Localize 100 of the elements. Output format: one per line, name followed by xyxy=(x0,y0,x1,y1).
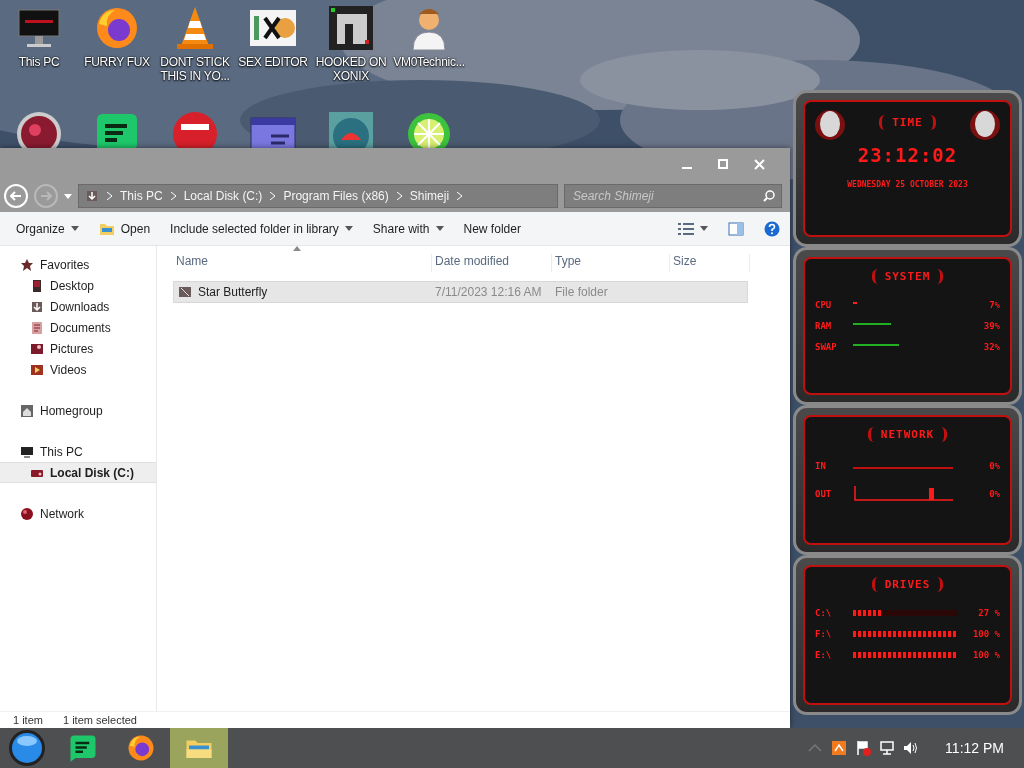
close-icon xyxy=(753,158,765,170)
sidebar-item[interactable]: Downloads xyxy=(0,296,156,317)
breadcrumb[interactable]: This PC xyxy=(120,189,163,203)
flag-icon xyxy=(855,740,872,756)
search-input[interactable]: Search Shimeji xyxy=(571,188,763,204)
desktop-shortcut[interactable]: DONT STICK THIS IN YO... xyxy=(156,4,234,83)
breadcrumb[interactable]: Shimeji xyxy=(409,189,450,203)
open-button[interactable]: Open xyxy=(98,221,151,236)
arrow-right-icon xyxy=(40,191,52,201)
sidebar-item[interactable]: This PC xyxy=(0,441,156,462)
breadcrumb[interactable]: Program Files (x86) xyxy=(283,189,389,203)
chevron-right-icon xyxy=(170,192,176,200)
tray-button[interactable] xyxy=(831,740,848,756)
usage-mark xyxy=(853,301,857,304)
column-header[interactable]: Name xyxy=(173,254,432,272)
sidebar-item[interactable]: Network xyxy=(0,503,156,524)
list-view-icon xyxy=(678,222,694,235)
view-options-button[interactable] xyxy=(678,222,708,235)
sidebar-item[interactable]: Homegroup xyxy=(0,400,156,421)
usage-mark xyxy=(853,343,899,346)
tray-button[interactable] xyxy=(855,740,872,756)
new-folder-button[interactable]: New folder xyxy=(463,221,521,236)
panel-title: DRIVES xyxy=(871,577,944,592)
search-field[interactable]: Search Shimeji xyxy=(564,184,782,208)
sidebar-item[interactable]: Desktop xyxy=(0,275,156,296)
help-button[interactable] xyxy=(764,220,780,237)
maximize-icon xyxy=(718,159,728,169)
chevron-right-icon xyxy=(107,192,112,200)
sidebar-item[interactable]: Videos xyxy=(0,359,156,380)
toolbar-menu-button[interactable]: Share with xyxy=(372,221,444,236)
column-header[interactable]: Size xyxy=(670,254,750,272)
meter-label: OUT xyxy=(815,489,833,499)
file-row[interactable]: Star Butterfly 7/11/2023 12:16 AM File folder xyxy=(173,281,748,303)
emblem-icon xyxy=(815,108,845,142)
meter-label: RAM xyxy=(815,320,833,331)
chevron-right-icon xyxy=(270,192,276,200)
meter-label: F:\ xyxy=(815,628,833,639)
desktop-shortcut[interactable]: VM0Technic... xyxy=(390,4,468,83)
panel-title: SYSTEM xyxy=(871,269,944,284)
meter-label: SWAP xyxy=(815,341,838,352)
date-modified: 7/11/2023 12:16 AM xyxy=(435,285,542,299)
caret-icon xyxy=(700,226,708,231)
videos-icon xyxy=(30,362,44,377)
meter-label: C:\ xyxy=(815,607,833,618)
sidebar-item[interactable]: Favorites xyxy=(0,254,156,275)
pane-icon xyxy=(728,221,744,236)
minimize-icon xyxy=(682,167,692,169)
sidebar-item[interactable]: Documents xyxy=(0,317,156,338)
status-text: 1 item selected xyxy=(62,714,137,726)
desktop-icon xyxy=(30,278,44,293)
network-icon xyxy=(20,506,34,521)
file-type: File folder xyxy=(555,285,608,299)
clock-date: WEDNESDAY 25 OCTOBER 2023 xyxy=(846,180,969,189)
meter-reading: 0% xyxy=(988,489,1000,499)
tray-button[interactable] xyxy=(879,740,896,756)
meter-reading: 27 % xyxy=(977,607,1000,618)
sidebar-item[interactable]: Pictures xyxy=(0,338,156,359)
meter-reading: 7% xyxy=(988,299,1000,310)
back-button[interactable] xyxy=(4,184,28,208)
status-text: 1 item xyxy=(13,714,43,726)
speaker-icon xyxy=(903,740,920,756)
column-header[interactable]: Date modified xyxy=(432,254,552,272)
desktop-shortcut[interactable]: This PC xyxy=(0,4,78,83)
file-name: Star Butterfly xyxy=(198,285,268,299)
emblem-icon xyxy=(970,108,1000,142)
maze-icon xyxy=(327,4,375,52)
meter-reading: 32% xyxy=(982,341,1000,352)
update-icon xyxy=(831,740,848,756)
search-icon xyxy=(763,190,775,202)
orb-icon xyxy=(8,729,46,767)
preview-pane-button[interactable] xyxy=(728,221,744,236)
documents-icon xyxy=(30,320,44,335)
folder-icon xyxy=(98,221,115,236)
meter-reading: 100 % xyxy=(971,649,1000,660)
panel-title: TIME xyxy=(879,114,936,130)
meter-label: IN xyxy=(815,461,827,471)
usage-mark xyxy=(853,322,891,325)
column-header[interactable]: Type xyxy=(552,254,670,272)
chevron-right-icon xyxy=(396,192,402,200)
desktop-shortcut[interactable]: SEX EDITOR xyxy=(234,4,312,83)
sidebar-item[interactable]: Local Disk (C:) xyxy=(0,462,156,483)
meter-reading: 0% xyxy=(988,461,1000,471)
caret-icon[interactable] xyxy=(64,193,72,199)
star-icon xyxy=(20,257,34,272)
fox-icon xyxy=(126,733,156,763)
downloads-icon xyxy=(85,189,99,203)
caret-icon xyxy=(344,226,353,231)
desktop-shortcut[interactable]: HOOKED ON XONIX xyxy=(312,4,390,83)
computer-icon xyxy=(20,444,34,459)
toolbar-menu-button[interactable]: Organize xyxy=(16,221,79,236)
taskbar-clock[interactable]: 11:12 PM xyxy=(945,740,1004,756)
panel-title: NETWORK xyxy=(867,427,948,442)
address-bar[interactable]: This PC Local Disk (C:) Program Files (x86) Shimeji xyxy=(78,184,558,208)
toolbar-menu-button[interactable]: Include selected folder in library xyxy=(170,221,353,236)
meter-reading: 39% xyxy=(982,320,1000,331)
breadcrumb[interactable]: Local Disk (C:) xyxy=(183,189,263,203)
desktop-shortcut[interactable]: FURRY FUX xyxy=(78,4,156,83)
meter-reading: 100 % xyxy=(971,628,1000,639)
chevron-right-icon xyxy=(457,192,463,200)
tray-button[interactable] xyxy=(903,740,920,756)
